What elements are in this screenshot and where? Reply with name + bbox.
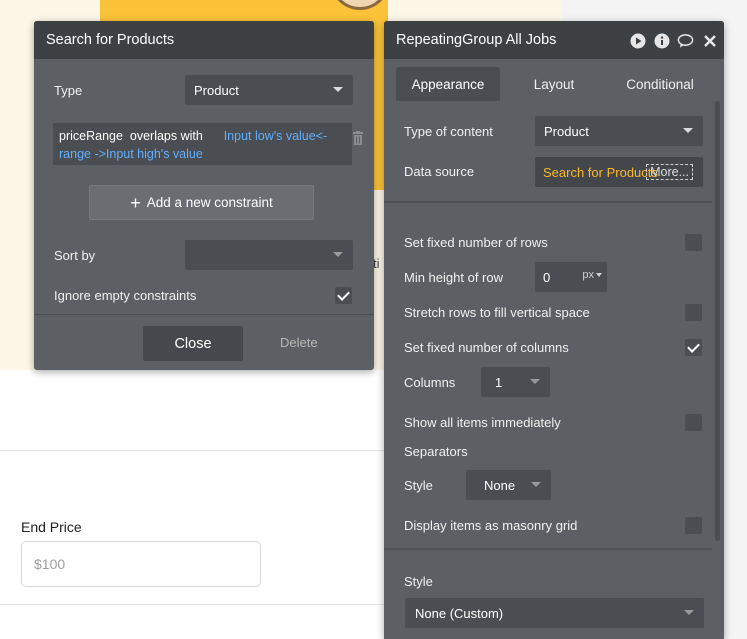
ignore-empty-checkbox[interactable] [335, 287, 352, 304]
chevron-down-icon [333, 87, 343, 92]
search-panel-divider [34, 314, 374, 315]
chevron-down-icon [684, 610, 694, 615]
chevron-down-icon [333, 252, 343, 257]
sort-by-dropdown[interactable] [185, 240, 353, 270]
separator-style-dropdown[interactable]: None [466, 470, 551, 500]
tab-layout[interactable]: Layout [502, 67, 606, 101]
type-of-content-label: Type of content [404, 124, 493, 139]
trash-icon[interactable] [352, 131, 364, 145]
min-height-input[interactable]: 0 px [535, 262, 607, 292]
unit-dropdown[interactable]: px [582, 269, 602, 281]
chevron-down-icon [531, 482, 541, 487]
rg-tabs: Appearance Layout Conditional [384, 59, 724, 101]
unit-value: px [582, 269, 594, 281]
search-for-products-panel: Search for Products Type Product priceRa… [34, 21, 374, 370]
end-price-input[interactable] [21, 541, 261, 587]
data-source-expression[interactable]: Search for Products More... [535, 157, 703, 187]
show-all-checkbox[interactable] [685, 414, 702, 431]
type-label: Type [54, 83, 83, 98]
tab-conditional[interactable]: Conditional [608, 67, 712, 101]
data-source-value: Search for Products [543, 164, 658, 180]
constraint-value-end: range ->Input high's value [59, 147, 203, 161]
type-of-content-value: Product [544, 123, 589, 139]
comment-icon[interactable] [677, 32, 694, 49]
type-dropdown[interactable]: Product [185, 75, 353, 105]
close-button[interactable]: Close [143, 326, 243, 361]
style-dropdown[interactable]: None (Custom) [405, 598, 704, 628]
header-icons [629, 32, 718, 49]
search-panel-title: Search for Products [46, 32, 175, 48]
rg-panel-header: RepeatingGroup All Jobs [384, 21, 724, 59]
hero-illustration [330, 0, 390, 10]
section-divider [384, 201, 712, 203]
canvas-divider [0, 450, 400, 451]
stretch-rows-checkbox[interactable] [685, 304, 702, 321]
constraint-value-start: Input low's value<- [223, 129, 328, 143]
type-of-content-dropdown[interactable]: Product [535, 116, 703, 146]
more-button[interactable]: More... [646, 164, 693, 180]
rg-panel-title: RepeatingGroup All Jobs [396, 32, 557, 48]
canvas-divider [0, 604, 400, 605]
columns-value: 1 [495, 374, 503, 390]
fixed-rows-label: Set fixed number of rows [404, 235, 548, 250]
sort-by-label: Sort by [54, 248, 96, 263]
constraint-row[interactable]: priceRange overlaps with Input low's val… [53, 123, 352, 165]
separators-label: Separators [404, 444, 468, 459]
delete-button[interactable]: Delete [280, 335, 318, 350]
style-value: None (Custom) [415, 605, 504, 621]
columns-label: Columns [404, 375, 456, 390]
masonry-label: Display items as masonry grid [404, 518, 578, 533]
masonry-checkbox[interactable] [685, 517, 702, 534]
add-constraint-button[interactable]: + Add a new constraint [89, 185, 314, 220]
add-constraint-label: Add a new constraint [146, 195, 273, 210]
play-icon[interactable] [629, 32, 646, 49]
end-price-label: End Price [21, 519, 82, 535]
repeating-group-panel: RepeatingGroup All Jobs Appearance Layou… [384, 21, 724, 639]
chevron-down-icon [530, 379, 540, 384]
data-source-label: Data source [404, 164, 475, 179]
chevron-down-icon [596, 273, 602, 278]
style-label: Style [404, 574, 433, 589]
close-icon[interactable] [701, 32, 718, 49]
min-height-label: Min height of row [404, 270, 503, 285]
separator-style-label: Style [404, 478, 433, 493]
columns-dropdown[interactable]: 1 [481, 367, 550, 397]
tab-appearance[interactable]: Appearance [396, 67, 500, 101]
fixed-columns-label: Set fixed number of columns [404, 340, 569, 355]
search-panel-header: Search for Products [34, 21, 374, 59]
section-divider [384, 548, 712, 550]
separator-style-value: None [484, 477, 516, 493]
panel-scrollbar[interactable] [715, 101, 720, 541]
fixed-rows-checkbox[interactable] [685, 234, 702, 251]
plus-icon: + [130, 192, 141, 213]
type-dropdown-value: Product [194, 82, 239, 98]
ignore-empty-label: Ignore empty constraints [54, 288, 197, 303]
constraint-operator: overlaps with [129, 129, 203, 143]
constraint-field: priceRange [59, 129, 123, 143]
show-all-label: Show all items immediately [404, 415, 561, 430]
fixed-columns-checkbox[interactable] [685, 339, 702, 356]
info-icon[interactable] [653, 32, 670, 49]
chevron-down-icon [683, 128, 693, 133]
min-height-value: 0 [543, 269, 551, 285]
stretch-rows-label: Stretch rows to fill vertical space [404, 305, 590, 320]
